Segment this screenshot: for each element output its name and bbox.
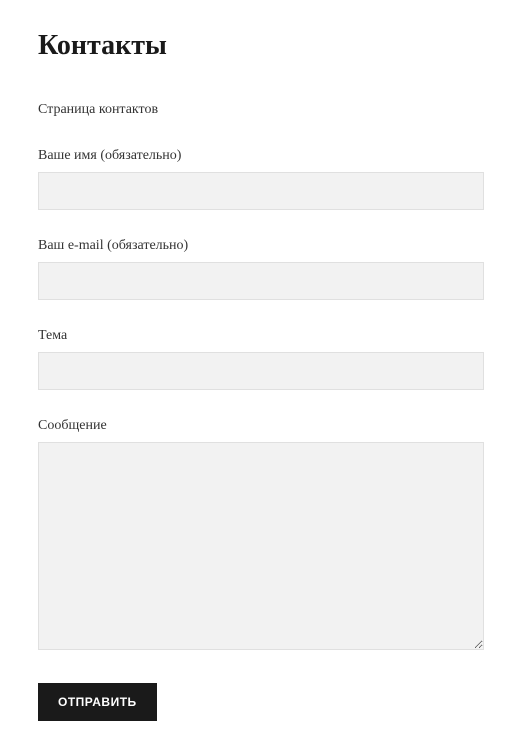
- submit-button[interactable]: ОТПРАВИТЬ: [38, 683, 157, 721]
- message-group: Сообщение: [38, 418, 484, 655]
- name-input[interactable]: [38, 172, 484, 210]
- email-label: Ваш e-mail (обязательно): [38, 238, 484, 254]
- message-textarea[interactable]: [38, 442, 484, 650]
- subject-input[interactable]: [38, 352, 484, 390]
- subject-label: Тема: [38, 328, 484, 344]
- submit-group: ОТПРАВИТЬ: [38, 683, 484, 721]
- message-label: Сообщение: [38, 418, 484, 434]
- contact-form: Ваше имя (обязательно) Ваш e-mail (обяза…: [38, 148, 484, 721]
- page-title: Контакты: [38, 30, 484, 62]
- name-label: Ваше имя (обязательно): [38, 148, 484, 164]
- subject-group: Тема: [38, 328, 484, 390]
- name-group: Ваше имя (обязательно): [38, 148, 484, 210]
- page-description: Страница контактов: [38, 102, 484, 118]
- email-input[interactable]: [38, 262, 484, 300]
- email-group: Ваш e-mail (обязательно): [38, 238, 484, 300]
